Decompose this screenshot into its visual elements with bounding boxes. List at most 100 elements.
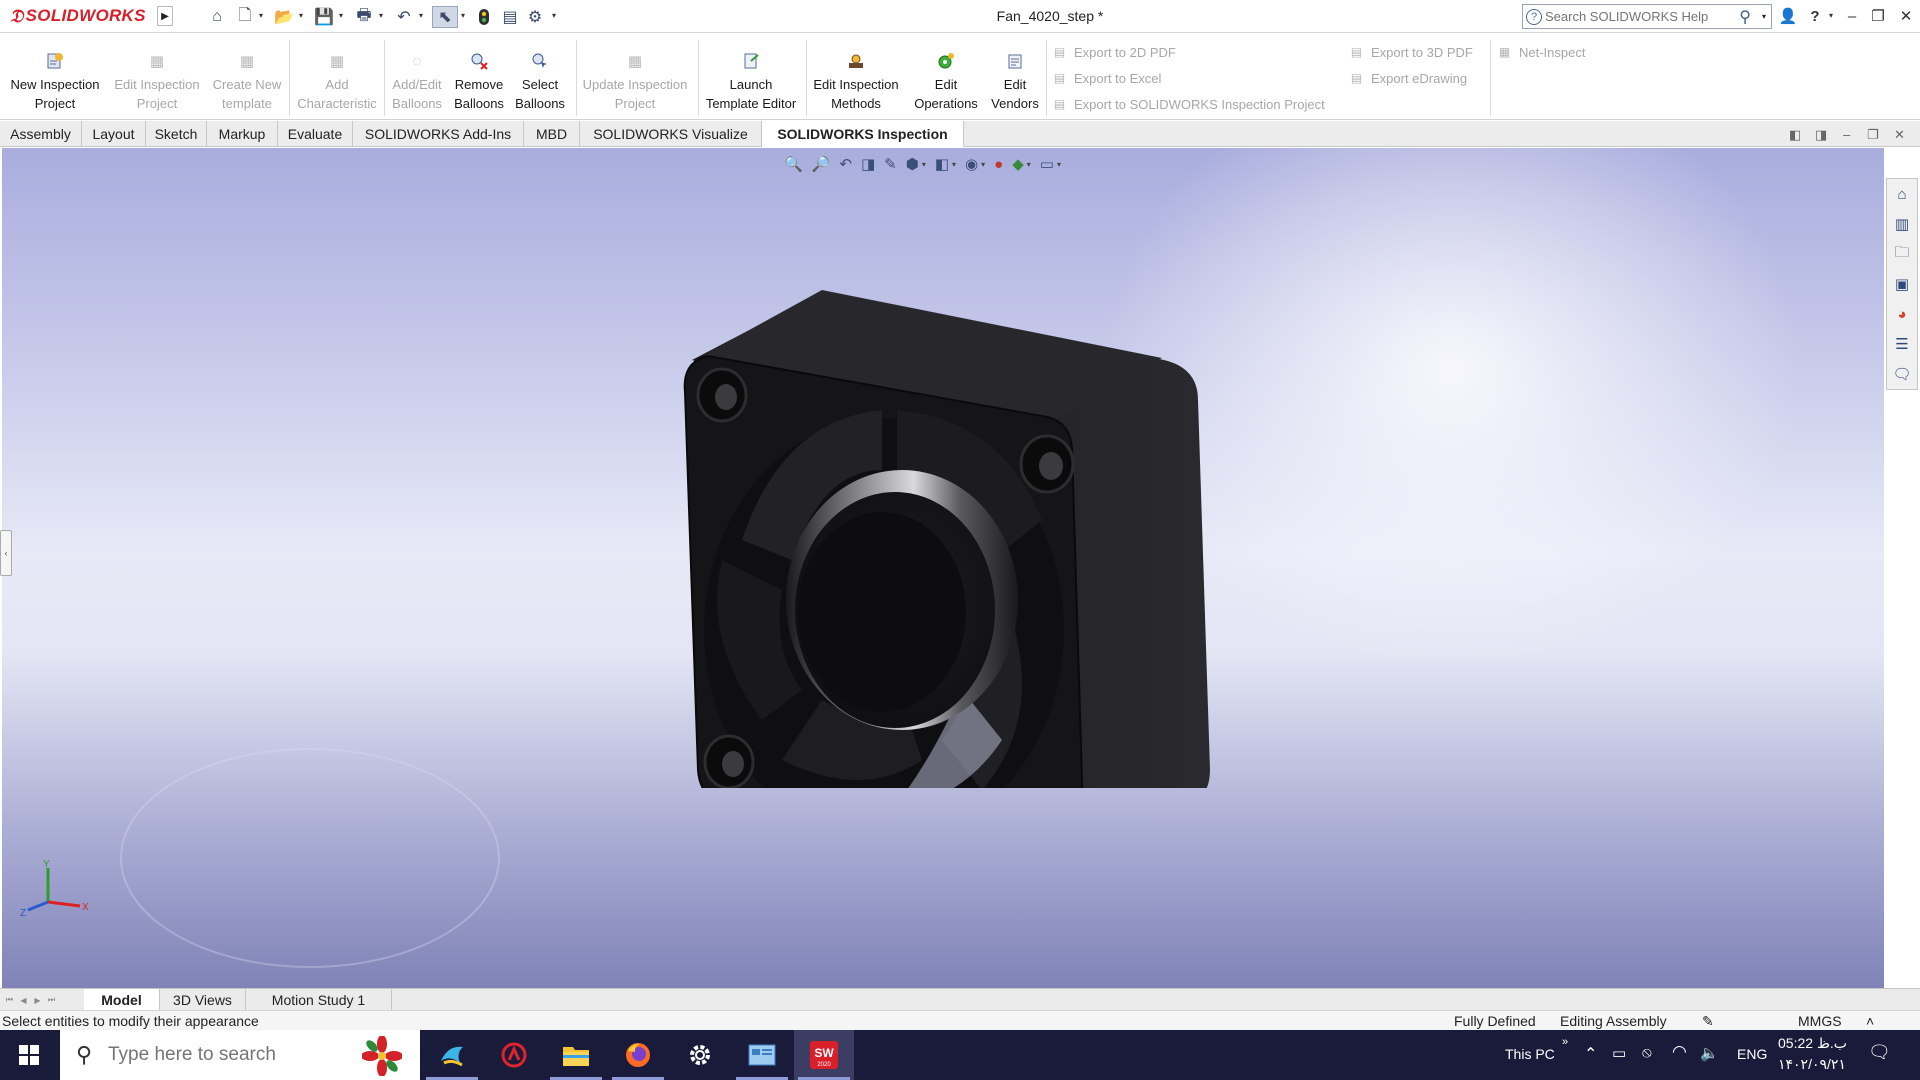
tab-assembly[interactable]: Assembly bbox=[0, 121, 82, 147]
net-inspect-button[interactable]: ▦ Net-Inspect bbox=[1497, 41, 1586, 63]
edit-appearance-icon[interactable]: ● bbox=[994, 156, 1003, 173]
chevron-down-icon[interactable]: ▾ bbox=[419, 11, 423, 20]
view-settings-icon[interactable]: ▭ bbox=[1040, 155, 1054, 173]
taskbar-app-4[interactable] bbox=[608, 1030, 668, 1080]
tab-layout[interactable]: Layout bbox=[82, 121, 146, 147]
help-menu-icon[interactable]: ? bbox=[1803, 5, 1827, 27]
search-input[interactable] bbox=[1545, 9, 1725, 24]
minimize-icon[interactable]: – bbox=[1840, 5, 1864, 27]
chevron-down-icon[interactable]: ▾ bbox=[339, 11, 343, 20]
remove-balloons-button[interactable]: Remove Balloons bbox=[450, 34, 508, 120]
tile-right-icon[interactable]: ◨ bbox=[1815, 127, 1827, 143]
tab-markup[interactable]: Markup bbox=[207, 121, 278, 147]
taskbar-app-2[interactable] bbox=[484, 1030, 544, 1080]
fan-model[interactable] bbox=[662, 268, 1222, 788]
chevron-down-icon[interactable]: ▾ bbox=[1057, 160, 1061, 169]
zoom-to-fit-icon[interactable]: 🔍 bbox=[784, 155, 803, 173]
create-new-template-button[interactable]: ▦ Create New template bbox=[208, 34, 286, 120]
rebuild-icon[interactable] bbox=[474, 6, 494, 28]
view-palette-icon[interactable]: ▣ bbox=[1888, 269, 1916, 299]
menu-expand-button[interactable]: ▶ bbox=[157, 6, 173, 26]
hide-show-icon[interactable]: ◉ bbox=[965, 155, 978, 173]
chevron-down-icon[interactable]: ▾ bbox=[259, 11, 263, 20]
file-properties-icon[interactable]: ▤ bbox=[499, 6, 521, 28]
chevron-down-icon[interactable]: ▾ bbox=[461, 11, 465, 20]
forum-icon[interactable]: 🗨 bbox=[1888, 359, 1916, 389]
zoom-to-area-icon[interactable]: 🔎 bbox=[812, 155, 831, 173]
battery-icon[interactable]: ▭ bbox=[1612, 1044, 1626, 1062]
dynamic-annotation-icon[interactable]: ✎ bbox=[884, 155, 897, 173]
chevron-down-icon[interactable]: ▾ bbox=[1027, 160, 1031, 169]
tab-motion-study[interactable]: Motion Study 1 bbox=[246, 989, 392, 1011]
chevron-down-icon[interactable]: ▾ bbox=[922, 160, 926, 169]
print-icon[interactable]: 🖶 bbox=[352, 6, 376, 28]
clock-time[interactable]: 05:22 ب.ظ bbox=[1778, 1035, 1847, 1052]
start-button[interactable] bbox=[0, 1030, 58, 1080]
solidworks-logo[interactable]: 𝔇 SOLIDWORKS bbox=[10, 3, 158, 29]
taskbar-app-3[interactable] bbox=[546, 1030, 606, 1080]
export-3d-pdf-button[interactable]: ▤ Export to 3D PDF bbox=[1349, 41, 1473, 63]
options-icon[interactable]: ⚙ bbox=[524, 6, 546, 28]
display-style-icon[interactable]: ◧ bbox=[935, 155, 949, 173]
add-characteristic-button[interactable]: ▦ Add Characteristic bbox=[292, 34, 382, 120]
doc-minimize-icon[interactable]: – bbox=[1843, 127, 1850, 142]
apply-scene-icon[interactable]: ◆ bbox=[1012, 155, 1024, 173]
export-excel-button[interactable]: ▤ Export to Excel bbox=[1052, 67, 1162, 89]
edit-inspection-project-button[interactable]: ▦ Edit Inspection Project bbox=[108, 34, 206, 120]
tile-left-icon[interactable]: ◧ bbox=[1789, 127, 1801, 143]
tab-solidworks-inspection[interactable]: SOLIDWORKS Inspection bbox=[762, 121, 964, 147]
first-tab-icon[interactable]: ⏮ bbox=[4, 993, 15, 1007]
select-icon[interactable]: ⬉ bbox=[432, 6, 458, 28]
home-icon[interactable]: ⌂ bbox=[204, 6, 230, 28]
previous-view-icon[interactable]: ↶ bbox=[839, 155, 852, 173]
clock-date[interactable]: ۱۴۰۲/۰۹/۲۱ bbox=[1778, 1056, 1846, 1073]
chevron-down-icon[interactable]: ▾ bbox=[552, 11, 556, 20]
design-library-icon[interactable]: ▥ bbox=[1888, 209, 1916, 239]
select-balloons-button[interactable]: Select Balloons bbox=[510, 34, 570, 120]
save-icon[interactable]: 💾 bbox=[312, 6, 336, 28]
edit-vendors-button[interactable]: Edit Vendors bbox=[988, 34, 1042, 120]
user-icon[interactable]: 👤 bbox=[1776, 5, 1800, 27]
chevron-down-icon[interactable]: ▾ bbox=[379, 11, 383, 20]
section-view-icon[interactable]: ◨ bbox=[861, 155, 875, 173]
search-icon[interactable]: ⚲ bbox=[1739, 7, 1751, 27]
this-pc-toolbar[interactable]: This PC bbox=[1505, 1046, 1555, 1062]
export-2d-pdf-button[interactable]: ▤ Export to 2D PDF bbox=[1052, 41, 1176, 63]
network-disconnected-icon[interactable]: ⦸ bbox=[1642, 1044, 1652, 1061]
toolbar-expand-icon[interactable]: » bbox=[1562, 1036, 1568, 1048]
show-hidden-icons-icon[interactable]: ⌃ bbox=[1584, 1044, 1597, 1064]
launch-template-editor-button[interactable]: Launch Template Editor bbox=[700, 34, 802, 120]
export-edrawing-button[interactable]: ▤ Export eDrawing bbox=[1349, 67, 1467, 89]
export-inspection-project-button[interactable]: ▤ Export to SOLIDWORKS Inspection Project bbox=[1052, 93, 1325, 115]
doc-close-icon[interactable]: ✕ bbox=[1894, 127, 1905, 143]
add-edit-balloons-button[interactable]: ◌ Add/Edit Balloons bbox=[386, 34, 448, 120]
close-icon[interactable]: ✕ bbox=[1894, 5, 1918, 27]
wifi-icon[interactable]: ◠ bbox=[1672, 1042, 1687, 1062]
help-search-box[interactable]: ? ⚲ ▾ bbox=[1522, 4, 1772, 29]
tab-solidworks-add-ins[interactable]: SOLIDWORKS Add-Ins bbox=[353, 121, 524, 147]
next-tab-icon[interactable]: ▶ bbox=[32, 993, 43, 1007]
taskbar-app-solidworks[interactable]: SW 2020 bbox=[794, 1030, 854, 1080]
rebuild-status-icon[interactable]: ✎ bbox=[1702, 1013, 1714, 1030]
new-document-icon[interactable]: 🗋 bbox=[234, 6, 256, 28]
undo-icon[interactable]: ↶ bbox=[392, 6, 416, 28]
chevron-down-icon[interactable]: ▾ bbox=[952, 160, 956, 169]
feature-manager-toggle[interactable]: ‹ bbox=[0, 530, 12, 576]
taskbar-app-1[interactable] bbox=[422, 1030, 482, 1080]
tab-sketch[interactable]: Sketch bbox=[146, 121, 207, 147]
restore-icon[interactable]: ❐ bbox=[1866, 5, 1890, 27]
taskbar-app-5[interactable] bbox=[670, 1030, 730, 1080]
tab-mbd[interactable]: MBD bbox=[524, 121, 580, 147]
custom-properties-icon[interactable]: ☰ bbox=[1888, 329, 1916, 359]
edit-operations-button[interactable]: Edit Operations bbox=[906, 34, 986, 120]
appearances-icon[interactable]: ◕ bbox=[1888, 299, 1916, 329]
tab-3d-views[interactable]: 3D Views bbox=[160, 989, 246, 1011]
file-explorer-icon[interactable]: 🗀 bbox=[1888, 239, 1916, 269]
view-orientation-icon[interactable]: ⬢ bbox=[906, 155, 919, 173]
tab-model[interactable]: Model bbox=[84, 989, 160, 1011]
edit-inspection-methods-button[interactable]: Edit Inspection Methods bbox=[808, 34, 904, 120]
tab-solidworks-visualize[interactable]: SOLIDWORKS Visualize bbox=[580, 121, 762, 147]
language-indicator[interactable]: ENG bbox=[1737, 1046, 1767, 1062]
taskbar-app-6[interactable] bbox=[732, 1030, 792, 1080]
units-selector[interactable]: MMGS bbox=[1798, 1013, 1842, 1029]
